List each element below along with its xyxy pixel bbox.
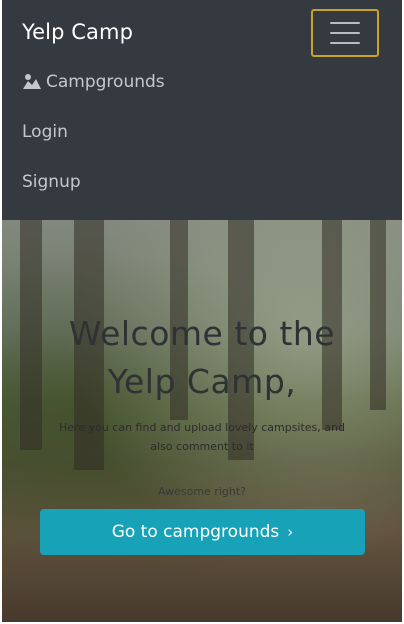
hero-section: Welcome to the Yelp Camp, Here you can f… <box>2 220 402 622</box>
navbar: Yelp Camp Campgrounds Login Signup <box>2 0 402 220</box>
navbar-toggle-button[interactable] <box>311 9 379 57</box>
hero-description: Here you can find and upload lovely camp… <box>59 421 345 453</box>
cta-label: Go to campgrounds <box>111 522 280 542</box>
nav-item-login[interactable]: Login <box>22 122 68 142</box>
user-landscape-icon <box>22 72 42 92</box>
hero-subtitle: Awesome right? <box>158 485 246 498</box>
nav-item-campgrounds[interactable]: Campgrounds <box>22 72 165 92</box>
nav-item-label: Campgrounds <box>46 72 165 92</box>
go-to-campgrounds-button[interactable]: Go to campgrounds › <box>40 509 365 555</box>
hero-title: Welcome to the Yelp Camp, <box>68 314 336 401</box>
app-frame: Yelp Camp Campgrounds Login Signup Welco… <box>2 0 402 622</box>
nav-item-label: Signup <box>22 172 81 192</box>
chevron-right-icon: › <box>287 523 294 541</box>
hamburger-menu-icon <box>330 22 360 24</box>
brand-link[interactable]: Yelp Camp <box>22 20 133 44</box>
nav-item-signup[interactable]: Signup <box>22 172 81 192</box>
nav-item-label: Login <box>22 122 68 142</box>
